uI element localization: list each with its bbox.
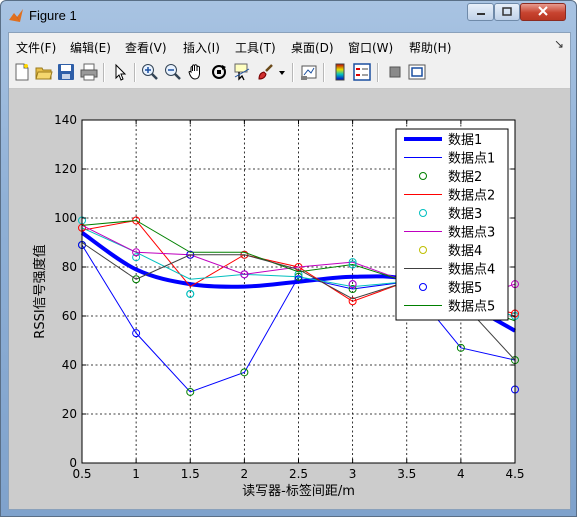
show-plot-tools-icon[interactable] — [408, 63, 426, 81]
legend-label: 数据4 — [448, 244, 482, 259]
maximize-icon — [502, 6, 512, 19]
figure-window: Figure 1 文件(F) 编辑(E) 查看(V) 插入(I) 工具(T) 桌… — [0, 0, 577, 517]
insert-legend-icon[interactable] — [353, 63, 371, 81]
x-tick-label: 1 — [132, 467, 140, 481]
x-tick-label: 3 — [349, 467, 357, 481]
y-tick-label: 20 — [62, 407, 77, 421]
pan-hand-icon[interactable] — [187, 63, 205, 81]
x-tick-label: 2.5 — [289, 467, 308, 481]
legend-label: 数据3 — [448, 207, 482, 222]
window-title: Figure 1 — [29, 8, 77, 23]
legend-label: 数据点5 — [448, 300, 495, 315]
menu-help[interactable]: 帮助(H) — [409, 39, 451, 56]
legend-label: 数据点1 — [448, 152, 495, 167]
y-tick-label: 80 — [62, 260, 77, 274]
brush-icon[interactable] — [256, 63, 274, 81]
zoom-out-icon[interactable] — [164, 63, 182, 81]
x-tick-label: 2 — [241, 467, 249, 481]
menu-file[interactable]: 文件(F) — [16, 39, 56, 56]
open-file-icon[interactable] — [35, 63, 53, 81]
figure-client-area: 文件(F) 编辑(E) 查看(V) 插入(I) 工具(T) 桌面(D) 窗口(W… — [8, 32, 571, 510]
matlab-figure-icon — [8, 8, 24, 24]
menu-view[interactable]: 查看(V) — [125, 39, 167, 56]
menu-desktop[interactable]: 桌面(D) — [291, 39, 334, 56]
title-bar[interactable]: Figure 1 — [1, 1, 576, 31]
menu-tools[interactable]: 工具(T) — [235, 39, 276, 56]
insert-colorbar-icon[interactable] — [331, 63, 349, 81]
new-figure-icon[interactable] — [13, 63, 31, 81]
legend-label: 数据1 — [448, 133, 482, 148]
legend-label: 数据点2 — [448, 189, 495, 204]
legend-label: 数据2 — [448, 170, 482, 185]
hide-plot-tools-icon[interactable] — [386, 63, 404, 81]
y-tick-label: 0 — [69, 456, 77, 470]
figure-canvas: 0.5 1 1.5 2 2.5 3 3.5 4 4.5 0 20 40 60 80 100 120 140 读写器… — [9, 89, 570, 509]
menu-edit[interactable]: 编辑(E) — [70, 39, 111, 56]
rotate-3d-icon[interactable] — [210, 63, 228, 81]
menu-overflow-arrow[interactable]: ↘ — [554, 37, 564, 51]
toolbar-separator — [134, 63, 136, 82]
toolbar-separator — [323, 63, 325, 82]
zoom-in-icon[interactable] — [141, 63, 159, 81]
y-tick-label: 100 — [54, 211, 77, 225]
x-tick-label: 1.5 — [181, 467, 200, 481]
legend: 数据1 数据点1 数据2 数据点2 数据3 数据点3 数据4 数据点4 数据5 数据点5 — [395, 128, 509, 321]
legend-label: 数据点3 — [448, 226, 495, 241]
x-tick-label: 3.5 — [397, 467, 416, 481]
y-tick-label: 60 — [62, 309, 77, 323]
x-tick-label: 4 — [457, 467, 465, 481]
y-tick-label: 140 — [54, 113, 77, 127]
menu-insert[interactable]: 插入(I) — [183, 39, 220, 56]
menu-bar: 文件(F) 编辑(E) 查看(V) 插入(I) 工具(T) 桌面(D) 窗口(W… — [9, 33, 570, 59]
x-tick-label: 4.5 — [505, 467, 524, 481]
y-tick-label: 40 — [62, 358, 77, 372]
toolbar-separator — [103, 63, 105, 82]
y-tick-label: 120 — [54, 162, 77, 176]
x-axis-label: 读写器-标签间距/m — [242, 483, 355, 499]
minimize-button[interactable] — [467, 3, 494, 21]
figure-toolbar — [9, 58, 570, 89]
close-icon — [538, 5, 548, 19]
y-axis-label: RSSI信号强度值 — [32, 244, 48, 338]
link-plot-icon[interactable] — [300, 63, 318, 81]
edit-plot-pointer-icon[interactable] — [111, 63, 129, 81]
maximize-button[interactable] — [494, 3, 520, 21]
plot-svg[interactable]: 0.5 1 1.5 2 2.5 3 3.5 4 4.5020406080100120140读写器… — [9, 89, 570, 509]
legend-label: 数据5 — [448, 281, 482, 296]
toolbar-separator — [292, 63, 294, 82]
close-button[interactable] — [520, 3, 566, 21]
brush-dropdown-icon[interactable] — [277, 63, 287, 81]
minimize-icon — [476, 6, 486, 19]
data-cursor-icon[interactable] — [233, 63, 251, 81]
legend-label: 数据点4 — [448, 263, 495, 278]
menu-window[interactable]: 窗口(W) — [348, 39, 393, 56]
print-icon[interactable] — [80, 63, 98, 81]
toolbar-separator — [377, 63, 379, 82]
save-icon[interactable] — [57, 63, 75, 81]
